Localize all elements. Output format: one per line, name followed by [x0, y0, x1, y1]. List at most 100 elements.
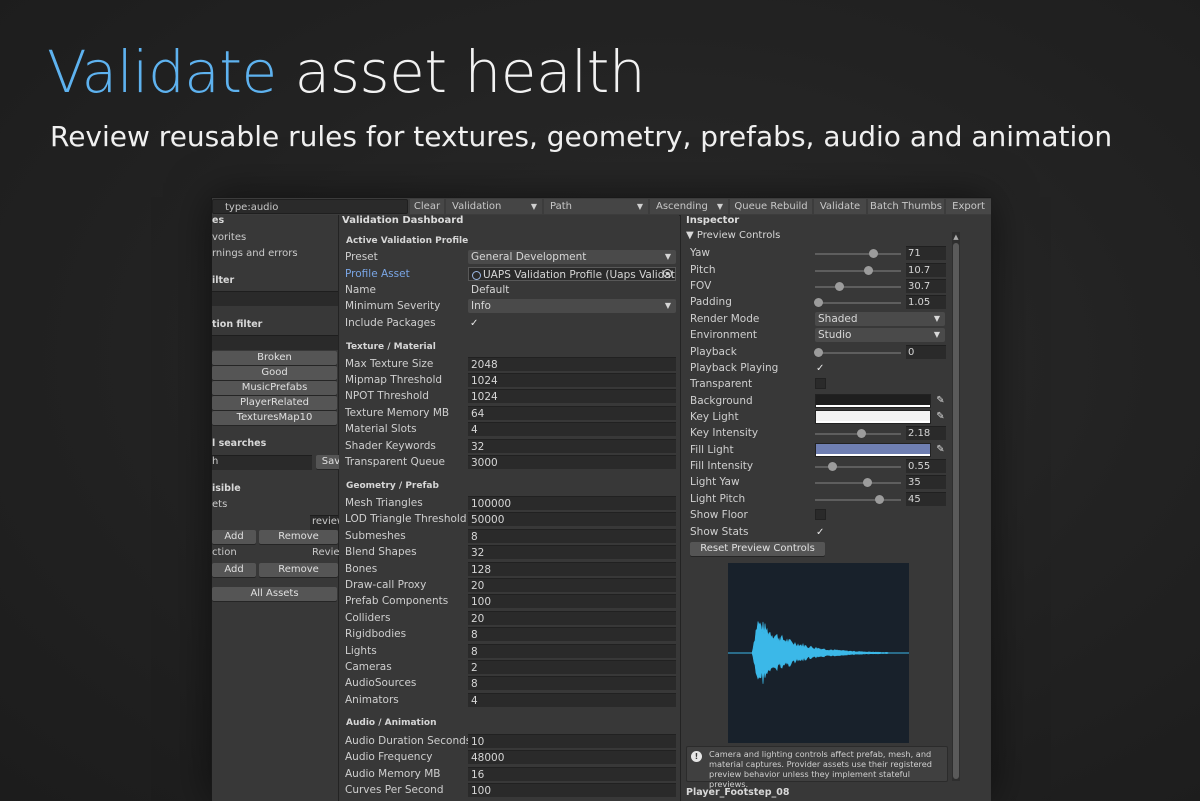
number-field[interactable]: 2048	[468, 357, 676, 371]
number-field[interactable]: 20	[468, 611, 676, 625]
min-severity-dropdown[interactable]: Info ▼	[468, 299, 676, 313]
remove-button[interactable]: Remove	[259, 530, 338, 544]
search-input[interactable]: type:audio	[212, 199, 408, 214]
tag-button-texturesmap10[interactable]: TexturesMap10	[212, 411, 337, 425]
number-field[interactable]: 8	[468, 644, 676, 658]
light-pitch-field[interactable]: 45	[906, 492, 946, 506]
number-field[interactable]: 2	[468, 660, 676, 674]
validate-button[interactable]: Validate	[814, 199, 866, 214]
number-field[interactable]: 32	[468, 439, 676, 453]
tag-button-musicprefabs[interactable]: MusicPrefabs	[212, 381, 337, 395]
tag-button-good[interactable]: Good	[212, 366, 337, 380]
reset-preview-controls-button[interactable]: Reset Preview Controls	[690, 542, 825, 556]
number-field[interactable]: 100000	[468, 496, 676, 510]
render-mode-value: Shaded	[818, 313, 858, 325]
remove-button[interactable]: Remove	[259, 563, 338, 577]
number-field[interactable]: 4	[468, 693, 676, 707]
collection-filter-input[interactable]	[212, 335, 338, 350]
fov-slider-handle[interactable]	[835, 282, 845, 291]
scroll-up-icon[interactable]: ▲	[952, 232, 960, 242]
queue-rebuild-button[interactable]: Queue Rebuild	[730, 199, 812, 214]
number-field[interactable]: 128	[468, 562, 676, 576]
key-light-color-swatch[interactable]	[815, 410, 931, 424]
show-stats-checkbox[interactable]: ✓	[816, 525, 824, 540]
light-yaw-slider[interactable]	[815, 482, 901, 484]
playback-slider-handle[interactable]	[814, 348, 824, 357]
padding-slider[interactable]	[815, 302, 901, 304]
fov-slider[interactable]	[815, 286, 901, 288]
profile-asset-field[interactable]: UAPS Validation Profile (Uaps Validatio	[468, 267, 676, 281]
all-assets-button[interactable]: All Assets	[212, 587, 337, 601]
yaw-slider-handle[interactable]	[869, 249, 879, 258]
name-field[interactable]: Default	[468, 283, 676, 297]
background-color-swatch[interactable]	[815, 394, 931, 408]
clear-button[interactable]: Clear	[410, 199, 444, 214]
number-field[interactable]: 64	[468, 406, 676, 420]
preset-dropdown[interactable]: General Development ▼	[468, 250, 676, 264]
render-mode-dropdown[interactable]: Shaded ▼	[815, 312, 945, 326]
search-name-input[interactable]: h	[212, 455, 312, 470]
number-field[interactable]: 1024	[468, 373, 676, 387]
playback-slider[interactable]	[815, 352, 901, 354]
tag-button-playerrelated[interactable]: PlayerRelated	[212, 396, 337, 410]
show-floor-checkbox[interactable]	[815, 509, 826, 520]
transparent-checkbox[interactable]	[815, 378, 826, 389]
batch-thumbs-button[interactable]: Batch Thumbs	[868, 199, 944, 214]
preview-controls-foldout[interactable]: ▼ Preview Controls	[686, 230, 780, 241]
object-picker-icon[interactable]	[663, 269, 672, 278]
sidebar-item-favorites[interactable]: vorites	[212, 232, 246, 243]
sort-field-dropdown[interactable]: Path ▼	[544, 199, 648, 214]
playback-field[interactable]: 0	[906, 345, 946, 359]
export-button[interactable]: Export	[946, 199, 991, 214]
inspector-scrollbar[interactable]: ▲	[952, 232, 960, 781]
fill-light-color-swatch[interactable]	[815, 443, 931, 457]
light-yaw-slider-handle[interactable]	[862, 478, 872, 487]
padding-field[interactable]: 1.05	[906, 295, 946, 309]
number-field[interactable]: 8	[468, 676, 676, 690]
light-pitch-slider[interactable]	[815, 499, 901, 501]
number-field[interactable]: 10	[468, 734, 676, 748]
pitch-field[interactable]: 10.7	[906, 263, 946, 277]
eyedropper-icon[interactable]: ✎	[935, 395, 946, 407]
review-input[interactable]: review	[310, 515, 345, 530]
eyedropper-icon[interactable]: ✎	[935, 444, 946, 456]
eyedropper-icon[interactable]: ✎	[935, 411, 946, 423]
number-field[interactable]: 1024	[468, 389, 676, 403]
number-field[interactable]: 48000	[468, 750, 676, 764]
number-field[interactable]: 100	[468, 594, 676, 608]
number-field[interactable]: 32	[468, 545, 676, 559]
pitch-slider-handle[interactable]	[864, 266, 874, 275]
number-field[interactable]: 3000	[468, 455, 676, 469]
playback-playing-checkbox[interactable]: ✓	[816, 361, 824, 376]
environment-dropdown[interactable]: Studio ▼	[815, 328, 945, 342]
fill-intensity-label: Fill Intensity	[690, 460, 754, 472]
number-field[interactable]: 20	[468, 578, 676, 592]
fill-intensity-slider-handle[interactable]	[828, 462, 838, 471]
sidebar-item-warnings[interactable]: rnings and errors	[212, 248, 298, 259]
add-button[interactable]: Add	[212, 563, 256, 577]
number-field[interactable]: 50000	[468, 512, 676, 526]
filter-input[interactable]	[212, 291, 338, 306]
mode-dropdown[interactable]: Validation ▼	[446, 199, 542, 214]
tag-button-broken[interactable]: Broken	[212, 351, 337, 365]
scrollbar-thumb[interactable]	[953, 243, 959, 779]
key-intensity-slider-handle[interactable]	[857, 429, 867, 438]
number-field[interactable]: 8	[468, 627, 676, 641]
light-pitch-slider-handle[interactable]	[874, 495, 884, 504]
pitch-slider[interactable]	[815, 270, 901, 272]
fov-field[interactable]: 30.7	[906, 279, 946, 293]
fill-intensity-field[interactable]: 0.55	[906, 459, 946, 473]
number-field[interactable]: 8	[468, 529, 676, 543]
number-field[interactable]: 100	[468, 783, 676, 797]
add-button[interactable]: Add	[212, 530, 256, 544]
number-field[interactable]: 4	[468, 422, 676, 436]
profile-asset-label[interactable]: Profile Asset	[345, 267, 410, 282]
light-yaw-field[interactable]: 35	[906, 475, 946, 489]
yaw-slider[interactable]	[815, 253, 901, 255]
number-field[interactable]: 16	[468, 767, 676, 781]
include-packages-checkbox[interactable]: ✓	[470, 316, 478, 331]
key-intensity-field[interactable]: 2.18	[906, 426, 946, 440]
yaw-field[interactable]: 71	[906, 246, 946, 260]
padding-slider-handle[interactable]	[814, 298, 824, 307]
sort-order-dropdown[interactable]: Ascending ▼	[650, 199, 728, 214]
